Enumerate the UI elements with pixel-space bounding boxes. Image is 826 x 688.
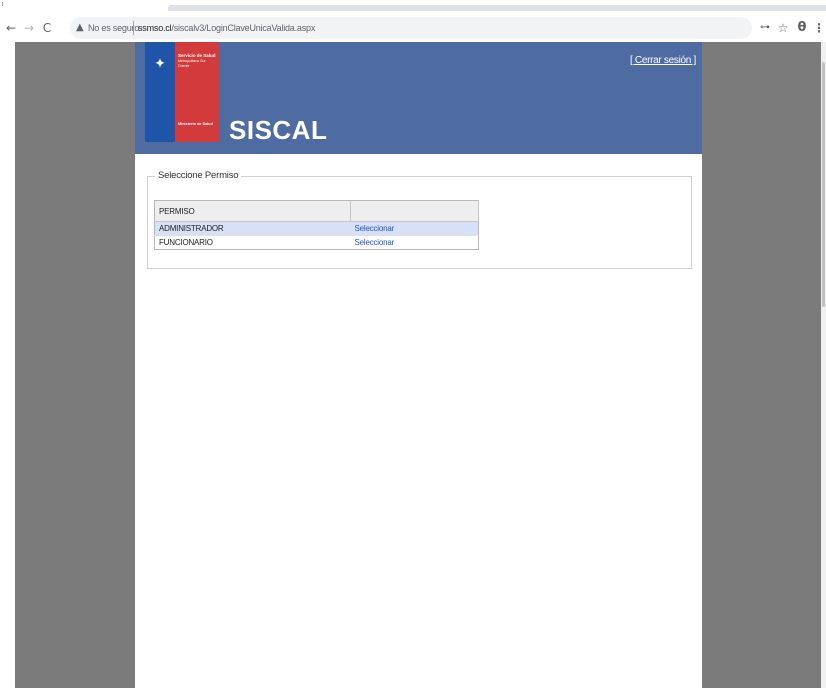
- permission-name: FUNCIONARIO: [154, 235, 351, 250]
- browser-toolbar: ← → C ▲ No es seguro ssmso.cl/siscalv3/L…: [0, 14, 826, 42]
- page-left-strip: [0, 42, 15, 688]
- tab-bar: [168, 5, 826, 11]
- url-text[interactable]: ssmso.cl/siscalv3/LoginClaveUnicaValida.…: [138, 21, 315, 35]
- permission-action-cell: Seleccionar: [350, 235, 479, 250]
- chile-crest-icon: ✦: [154, 56, 166, 72]
- site-header: ✦ Servicio de Salud Metropolitano Sur Or…: [135, 42, 702, 154]
- address-bar[interactable]: ▲ No es seguro ssmso.cl/siscalv3/LoginCl…: [70, 17, 752, 39]
- permission-fieldset: Seleccione Permiso PERMISO ADMINISTRADOR…: [147, 170, 692, 269]
- security-label[interactable]: No es seguro: [88, 21, 139, 35]
- profile-icon[interactable]: θ: [795, 20, 809, 36]
- key-icon[interactable]: ⊶: [758, 20, 772, 36]
- menu-dots-icon[interactable]: ⋮: [813, 20, 825, 36]
- permission-table: PERMISO ADMINISTRADOR Seleccionar FUNCIO…: [154, 200, 479, 250]
- warning-icon[interactable]: ▲: [76, 21, 84, 35]
- org-name: Servicio de Salud Metropolitano Sur Orie…: [178, 53, 218, 70]
- table-row[interactable]: FUNCIONARIO Seleccionar: [154, 235, 479, 250]
- browser-tabstrip: [0, 0, 826, 14]
- permission-legend: Seleccione Permiso: [155, 170, 242, 182]
- address-separator: [133, 21, 134, 35]
- column-header-action: [350, 200, 479, 222]
- reload-icon[interactable]: C: [40, 20, 54, 36]
- page-scrollbar[interactable]: [821, 42, 826, 688]
- back-arrow-icon[interactable]: ←: [4, 20, 18, 36]
- column-header-permiso: PERMISO: [154, 200, 351, 222]
- url-path: /siscalv3/LoginClaveUnicaValida.aspx: [171, 23, 316, 33]
- org-name-title: Servicio de Salud: [178, 53, 216, 58]
- star-icon[interactable]: ☆: [776, 20, 790, 36]
- logout-link[interactable]: [ Cerrar sesión ]: [630, 55, 696, 66]
- permission-action-cell: Seleccionar: [350, 221, 479, 236]
- select-link[interactable]: Seleccionar: [355, 238, 395, 247]
- ministry-name: Ministerio de Salud: [178, 122, 213, 126]
- table-row[interactable]: ADMINISTRADOR Seleccionar: [154, 221, 479, 236]
- page-content: ✦ Servicio de Salud Metropolitano Sur Or…: [135, 42, 702, 688]
- org-name-sub: Metropolitano Sur Oriente: [178, 58, 206, 69]
- forward-arrow-icon[interactable]: →: [22, 20, 36, 36]
- app-title: SISCAL: [229, 115, 328, 145]
- scrollbar-thumb[interactable]: [822, 62, 825, 307]
- url-domain: ssmso.cl: [138, 23, 172, 33]
- select-link[interactable]: Seleccionar: [355, 224, 395, 233]
- tabstrip-corner: [2, 2, 6, 6]
- table-header-row: PERMISO: [154, 200, 479, 222]
- permission-name: ADMINISTRADOR: [154, 221, 351, 236]
